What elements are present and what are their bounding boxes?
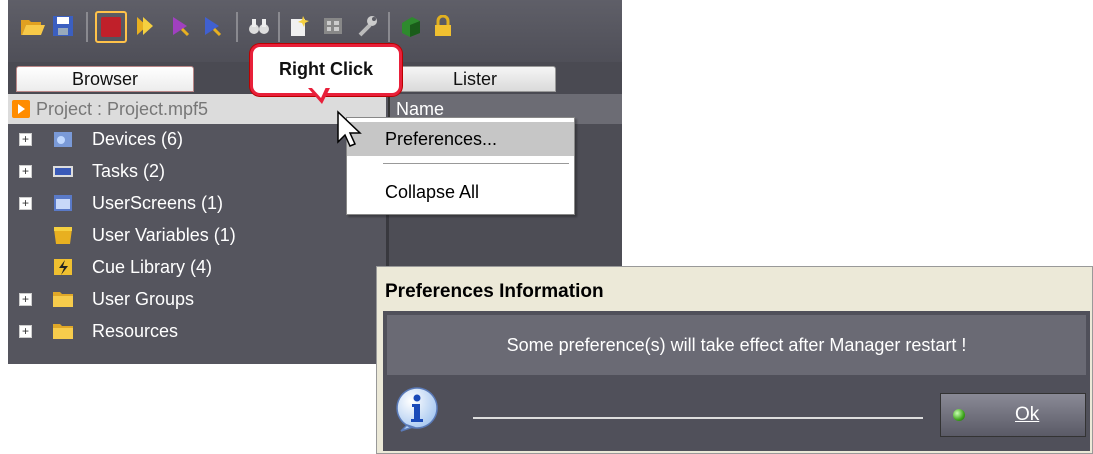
- step-icon[interactable]: [200, 13, 226, 39]
- dialog-divider: [473, 417, 923, 419]
- project-label: Project : Project.mpf5: [36, 99, 209, 119]
- folder-icon: [53, 292, 73, 307]
- tree-item-label: User Variables (1): [92, 225, 236, 245]
- tree-item-label: User Groups: [92, 289, 195, 309]
- project-icon: [12, 100, 30, 118]
- status-led-icon: [953, 409, 965, 421]
- info-icon: [396, 387, 438, 432]
- expand-icon[interactable]: +: [19, 325, 32, 338]
- tree-item-label: UserScreens (1): [92, 193, 224, 213]
- tree-item-user-groups[interactable]: + User Groups: [8, 284, 386, 314]
- save-icon[interactable]: [50, 13, 76, 39]
- tree-item-label: Devices (6): [92, 129, 184, 149]
- tree-item-label: Resources: [92, 321, 179, 341]
- toolbar-separator: [278, 12, 280, 42]
- tab-browser[interactable]: Browser: [16, 66, 194, 92]
- project-tree: + Devices (6) + Tasks (2) + UserScreens …: [8, 124, 386, 364]
- cue-library-icon: [54, 259, 72, 275]
- ok-button[interactable]: Ok: [940, 393, 1086, 437]
- toolbar-separator: [388, 12, 390, 42]
- tree-item-cue-library[interactable]: Cue Library (4): [8, 252, 386, 282]
- dialog-body: Some preference(s) will take effect afte…: [383, 311, 1090, 451]
- expand-icon[interactable]: +: [19, 197, 32, 210]
- menu-item-collapse-all[interactable]: Collapse All: [347, 175, 574, 209]
- dialog-title: Preferences Information: [377, 267, 1092, 311]
- tree-item-resources[interactable]: + Resources: [8, 316, 386, 346]
- context-menu: Preferences... Collapse All: [346, 117, 575, 215]
- mouse-cursor-icon: [337, 110, 362, 147]
- menu-separator: [383, 163, 569, 164]
- tree-item-user-variables[interactable]: User Variables (1): [8, 220, 386, 250]
- menu-item-preferences[interactable]: Preferences...: [347, 122, 574, 156]
- wrench-icon[interactable]: [354, 13, 380, 39]
- preferences-dialog: Preferences Information Some preference(…: [376, 266, 1093, 454]
- lock-icon[interactable]: [430, 13, 456, 39]
- expand-icon[interactable]: +: [19, 133, 32, 146]
- tasks-icon: [53, 166, 73, 177]
- tab-lister[interactable]: Lister: [394, 66, 556, 92]
- tree-item-tasks[interactable]: + Tasks (2): [8, 156, 386, 186]
- user-variables-icon: [54, 227, 72, 244]
- tree-item-label: Tasks (2): [92, 161, 166, 181]
- callout-tail-inner: [311, 87, 326, 98]
- tree-item-label: Cue Library (4): [92, 257, 213, 277]
- toolbar-separator: [236, 12, 238, 42]
- binoculars-icon[interactable]: [246, 13, 272, 39]
- ok-button-label: Ok: [1015, 404, 1040, 425]
- toolbar-separator: [86, 12, 88, 42]
- properties-icon[interactable]: [320, 13, 346, 39]
- play-icon[interactable]: [132, 13, 158, 39]
- expand-icon[interactable]: +: [19, 293, 32, 306]
- userscreens-icon: [54, 195, 72, 211]
- folder-icon: [53, 324, 73, 339]
- dialog-message: Some preference(s) will take effect afte…: [387, 315, 1086, 375]
- tree-item-userscreens[interactable]: + UserScreens (1): [8, 188, 386, 218]
- run-icon[interactable]: [168, 13, 194, 39]
- new-item-icon[interactable]: [286, 13, 312, 39]
- expand-icon[interactable]: +: [19, 165, 32, 178]
- stop-icon[interactable]: [95, 11, 127, 43]
- database-icon[interactable]: [398, 13, 424, 39]
- open-folder-icon[interactable]: [20, 13, 46, 39]
- devices-icon: [54, 132, 72, 147]
- tree-item-devices[interactable]: + Devices (6): [8, 124, 386, 154]
